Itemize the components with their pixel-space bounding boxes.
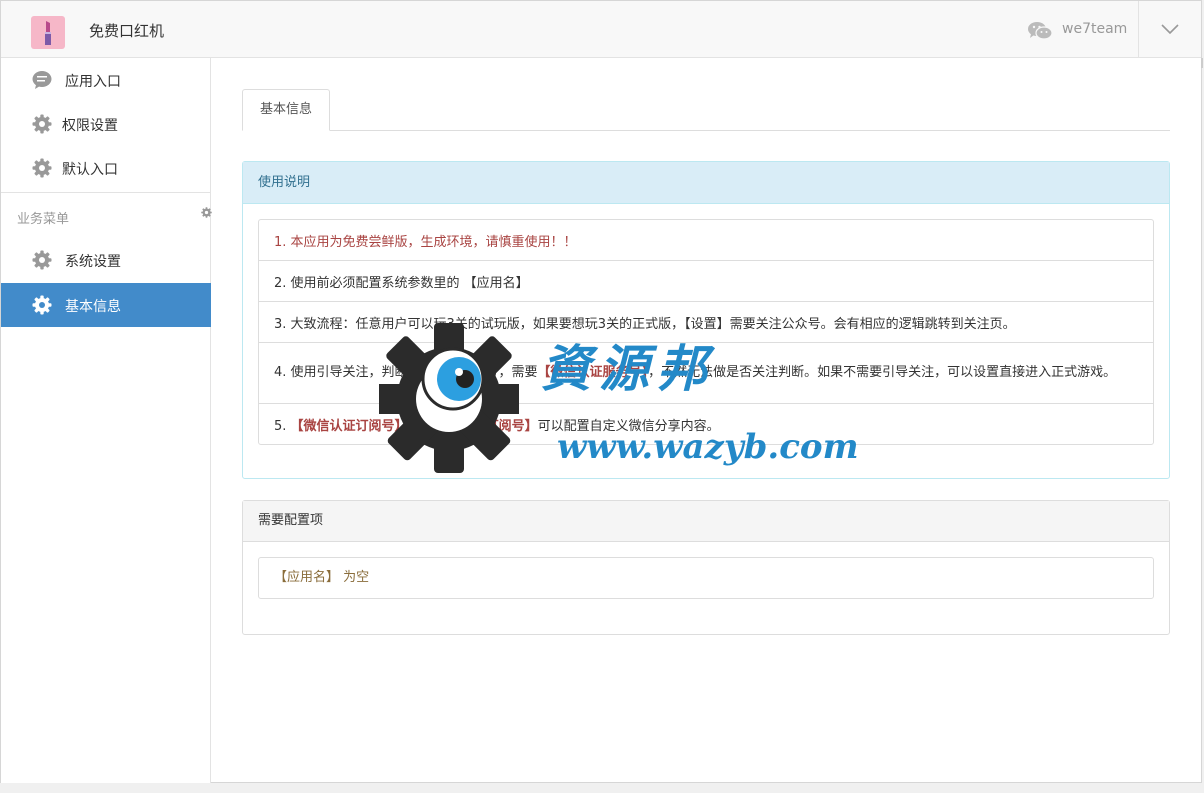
gear-icon[interactable] [201, 207, 212, 218]
list-item: 2. 使用前必须配置系统参数里的 【应用名】 [259, 261, 1153, 302]
config-panel: 需要配置项 【应用名】 为空 [242, 500, 1170, 635]
usage-item-part: ，不然无法做是否关注判断。如果不需要引导关注，可以设置直接进入正式游戏。 [648, 365, 1117, 380]
highlight-text: 【微信认证订阅号】 [290, 418, 408, 434]
chevron-down-icon[interactable] [1161, 23, 1179, 35]
usage-item-part: 可以配置自定义微信分享内容。 [537, 418, 720, 434]
sidebar-item-permissions[interactable]: 权限设置 [1, 102, 211, 146]
top-bar: 免费口红机 we7team [1, 1, 1201, 58]
sidebar-item-default-entry[interactable]: 默认入口 [1, 146, 211, 190]
usage-item-text: 4. 使用引导关注，判断是否关注公众号，需要【微信认证服务号】，不然无法做是否关… [274, 363, 1116, 383]
usage-item-text: 5. 【微信认证订阅号】或【微信认证订阅号】可以配置自定义微信分享内容。 [274, 415, 720, 434]
usage-panel: 使用说明 1. 本应用为免费尝鲜版，生成环境，请慎重使用！！ 2. 使用前必须配… [242, 161, 1170, 479]
usage-item-text: 3. 大致流程：任意用户可以玩3关的试玩版，如果要想玩3关的正式版，【设置】需要… [274, 316, 1016, 332]
gear-icon [32, 158, 52, 178]
list-item: 4. 使用引导关注，判断是否关注公众号，需要【微信认证服务号】，不然无法做是否关… [259, 343, 1153, 404]
sidebar-divider [1, 192, 211, 193]
sidebar-item-label: 系统设置 [65, 254, 121, 270]
tab-bar: 基本信息 [242, 89, 1170, 131]
list-item: 5. 【微信认证订阅号】或【微信认证订阅号】可以配置自定义微信分享内容。 [259, 404, 1153, 444]
sidebar-item-basic-info[interactable]: 基本信息 [1, 283, 211, 327]
sidebar-section-heading: 业务菜单 [17, 212, 70, 227]
gear-icon [32, 250, 52, 270]
list-item: 1. 本应用为免费尝鲜版，生成环境，请慎重使用！！ [259, 220, 1153, 261]
usage-item-part: 4. 使用引导关注，判断是否关注公众号，需要 [274, 365, 538, 380]
config-panel-title: 需要配置项 [243, 501, 1169, 542]
tab-basic-info[interactable]: 基本信息 [242, 89, 330, 131]
highlight-text: 【微信认证订阅号】 [420, 418, 538, 434]
header-divider [1138, 1, 1139, 58]
usage-item-text: 2. 使用前必须配置系统参数里的 【应用名】 [274, 275, 529, 291]
usage-item-part: 或 [407, 418, 421, 434]
wechat-icon [1028, 22, 1053, 40]
list-item: 3. 大致流程：任意用户可以玩3关的试玩版，如果要想玩3关的正式版，【设置】需要… [259, 302, 1153, 343]
sidebar-item-app-entry[interactable]: 应用入口 [1, 58, 211, 102]
sidebar-item-label: 默认入口 [62, 162, 118, 178]
username[interactable]: we7team [1062, 21, 1127, 37]
gear-icon [32, 295, 52, 315]
highlight-text: 【微信认证服务号】 [537, 365, 649, 380]
config-item: 【应用名】 为空 [258, 557, 1154, 599]
app-title: 免费口红机 [89, 22, 165, 40]
sidebar-item-label: 权限设置 [62, 118, 118, 134]
chat-bubble-icon [32, 71, 52, 89]
gear-icon [32, 114, 52, 134]
app-window: 免费口红机 we7team 应用入口 权限设置 默认入口 业务菜单 系统设置 基… [0, 0, 1203, 783]
sidebar: 应用入口 权限设置 默认入口 业务菜单 系统设置 基本信息 [1, 58, 212, 783]
sidebar-item-label: 应用入口 [65, 74, 121, 90]
usage-item-text: 1. 本应用为免费尝鲜版，生成环境，请慎重使用！！ [274, 234, 577, 250]
usage-list: 1. 本应用为免费尝鲜版，生成环境，请慎重使用！！ 2. 使用前必须配置系统参数… [258, 219, 1154, 445]
usage-item-part: 5. [274, 418, 291, 434]
usage-panel-title: 使用说明 [243, 162, 1169, 204]
sidebar-item-label: 基本信息 [65, 299, 121, 315]
sidebar-item-system-settings[interactable]: 系统设置 [1, 238, 211, 282]
scrollbar[interactable] [1201, 58, 1203, 68]
lipstick-icon[interactable] [31, 16, 65, 49]
